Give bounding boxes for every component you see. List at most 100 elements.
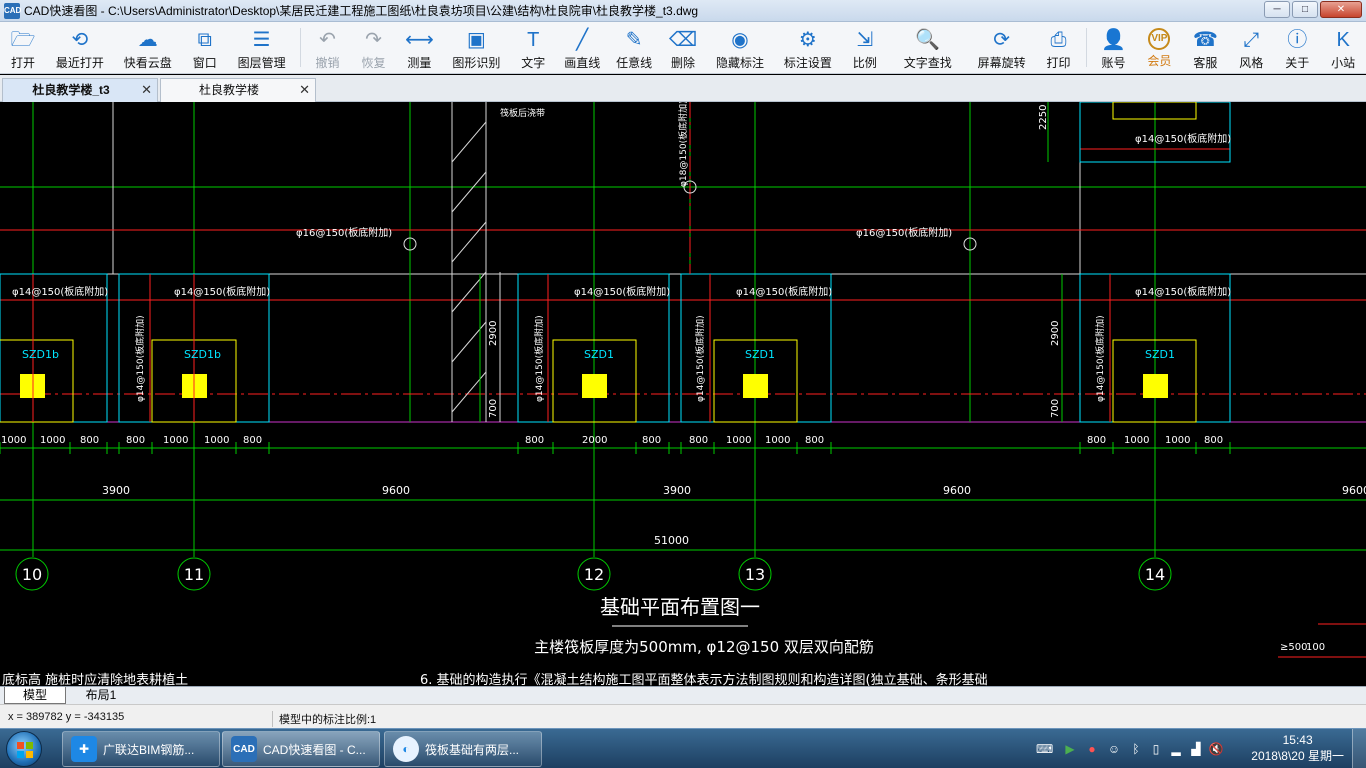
toolbar-headset-button[interactable]: ☎ 客服	[1182, 22, 1228, 73]
dimension-label: 9600	[943, 484, 971, 497]
toolbar-label: 会员	[1147, 54, 1172, 68]
toolbar-label: 客服	[1193, 56, 1218, 70]
toolbar-label: 图形识别	[452, 56, 501, 70]
toolbar-cloud-button[interactable]: ☁ 快看云盘	[114, 22, 182, 73]
windows-taskbar: ✚ 广联达BIM钢筋... CAD CAD快速看图 - C... ◐ 筏板基础有…	[0, 728, 1366, 768]
toolbar-shape-recognition-button[interactable]: ▣ 图形识别	[442, 22, 510, 73]
bluetooth-icon[interactable]: ᛒ	[1128, 741, 1144, 757]
toolbar-label: 任意线	[616, 56, 653, 70]
toolbar-vip-button[interactable]: VIP 会员	[1136, 22, 1182, 73]
toolbar-text-button[interactable]: T 文字	[510, 22, 556, 73]
volume-muted-icon[interactable]: 🔇	[1208, 741, 1224, 757]
doc-tab-t3[interactable]: 杜良教学楼_t3 ✕	[2, 78, 158, 102]
browser-icon: ◐	[393, 736, 419, 762]
glodon-icon: ✚	[71, 736, 97, 762]
antivirus-icon[interactable]: ●	[1084, 741, 1100, 757]
window-title: CAD快速看图 - C:\Users\Administrator\Desktop…	[24, 4, 699, 18]
ruler-icon: ⟷	[405, 29, 434, 51]
toolbar-window-button[interactable]: ⧉ 窗口	[182, 22, 228, 73]
dimension-label: 800	[525, 435, 544, 446]
taskbar-item-glodon[interactable]: ✚ 广联达BIM钢筋...	[62, 731, 220, 767]
column-core	[582, 374, 607, 398]
toolbar-eye-hide-button[interactable]: ◉ 隐藏标注	[706, 22, 774, 73]
axis-label-13: 13	[745, 565, 765, 584]
detail-dimension: 100	[1306, 642, 1325, 653]
dimension-label: 800	[1087, 435, 1106, 446]
toolbar-folder-open-button[interactable]: 🗁 打开	[0, 22, 46, 73]
toolbar-history-button[interactable]: ⟲ 最近打开	[46, 22, 114, 73]
toolbar-text-search-button[interactable]: 🔍 文字查找	[888, 22, 968, 73]
toolbar-k-logo-button[interactable]: K 小站	[1320, 22, 1366, 73]
toolbar-label: 隐藏标注	[715, 56, 764, 70]
network-icon[interactable]: ▂	[1168, 741, 1184, 757]
taskbar-item-cad[interactable]: CAD CAD快速看图 - C...	[222, 731, 380, 767]
post-pour-strip	[451, 102, 501, 422]
dimension-label: 1000	[1165, 435, 1190, 446]
taskbar-item-browser[interactable]: ◐ 筏板基础有两层...	[384, 731, 542, 767]
drawing-canvas[interactable]: φ16@150(板底附加) φ16@150(板底附加) 筏板后浇带 φ18@15…	[0, 102, 1366, 686]
text-search-icon: 🔍	[915, 29, 941, 51]
toolbar-label: 文字查找	[903, 56, 952, 70]
show-desktop-button[interactable]	[1352, 729, 1366, 768]
column-label: SZD1	[745, 348, 775, 361]
taskbar-item-label: 筏板基础有两层...	[425, 742, 520, 757]
dimension-label: 2000	[582, 435, 607, 446]
scale-icon: ⇲	[856, 29, 874, 51]
toolbar-undo-button[interactable]: ↶ 撤销	[305, 22, 351, 73]
rebar-label: φ14@150(板底附加)	[533, 315, 545, 402]
toolbar-rotate-screen-button[interactable]: ⟳ 屏幕旋转	[968, 22, 1036, 73]
column-core	[743, 374, 768, 398]
toolbar-line-button[interactable]: ╱ 画直线	[556, 22, 608, 73]
title-bar: CAD CAD快速看图 - C:\Users\Administrator\Des…	[0, 0, 1366, 22]
dimension-label: 2900	[1050, 321, 1061, 346]
start-button[interactable]	[6, 731, 42, 767]
close-icon[interactable]: ✕	[299, 79, 310, 101]
toolbar-scale-button[interactable]: ⇲ 比例	[842, 22, 888, 73]
maximize-button[interactable]: □	[1292, 1, 1318, 18]
toolbar-annotation-settings-button[interactable]: ⚙ 标注设置	[774, 22, 842, 73]
headset-icon: ☎	[1192, 29, 1218, 51]
main-toolbar: 🗁 打开 ⟲ 最近打开 ☁ 快看云盘 ⧉ 窗口 ☰ 图层管理 ↶ 撤销 ↷ 恢复 ⟷ 测量 ▣ 图形识别 T 文字 ╱ 画…	[0, 22, 1366, 74]
app-logo-icon: CAD	[4, 2, 21, 19]
cursor-coordinates: x = 389782 y = -343135	[8, 711, 125, 723]
toolbar-layers-button[interactable]: ☰ 图层管理	[228, 22, 296, 73]
dimension-label: 800	[126, 435, 145, 446]
toolbar-printer-button[interactable]: ⎙ 打印	[1036, 22, 1082, 73]
toolbar-freehand-button[interactable]: ✎ 任意线	[608, 22, 660, 73]
toolbar-style-button[interactable]: ⤢ 风格	[1228, 22, 1274, 73]
cad-drawing: φ16@150(板底附加) φ16@150(板底附加) 筏板后浇带 φ18@15…	[0, 102, 1366, 686]
toolbar-redo-button[interactable]: ↷ 恢复	[351, 22, 397, 73]
toolbar-label: 小站	[1331, 56, 1356, 70]
column-label: SZD1b	[184, 348, 221, 361]
toolbar-ruler-button[interactable]: ⟷ 测量	[396, 22, 442, 73]
rebar-label: φ14@150(板底附加)	[574, 285, 670, 298]
eye-hide-icon: ◉	[731, 29, 749, 51]
dimension-label: 700	[488, 399, 499, 418]
close-icon[interactable]: ✕	[141, 79, 152, 101]
system-clock[interactable]: 15:43 2018\8\20 星期一	[1251, 732, 1344, 764]
doc-tab-label: 杜良教学楼	[198, 83, 259, 97]
redo-icon: ↷	[365, 29, 382, 51]
undo-icon: ↶	[319, 29, 336, 51]
tab-layout1[interactable]: 布局1	[70, 687, 132, 704]
tab-model[interactable]: 模型	[4, 687, 66, 704]
doc-tab-main[interactable]: 杜良教学楼 ✕	[160, 78, 316, 102]
shape-recognition-icon: ▣	[466, 29, 486, 51]
dimension-label: 9600	[382, 484, 410, 497]
column-label: SZD1b	[22, 348, 59, 361]
toolbar-user-button[interactable]: 👤 账号	[1091, 22, 1137, 73]
dimension-label: 2250	[1038, 105, 1049, 130]
dimension-label: 1000	[1124, 435, 1149, 446]
keyboard-icon[interactable]: ⌨	[1036, 741, 1053, 757]
toolbar-eraser-button[interactable]: ⌫ 删除	[660, 22, 706, 73]
toolbar-label: 恢复	[361, 56, 386, 70]
minimize-button[interactable]: ─	[1264, 1, 1290, 18]
device-icon[interactable]: ▯	[1148, 741, 1164, 757]
rebar-label: φ18@150(板底附加)	[677, 102, 689, 187]
toolbar-info-button[interactable]: ⓘ 关于	[1274, 22, 1320, 73]
close-button[interactable]: ✕	[1320, 1, 1362, 18]
media-player-icon[interactable]: ▶	[1062, 741, 1078, 757]
wifi-signal-icon[interactable]: ▟	[1188, 741, 1204, 757]
qq-icon[interactable]: ☺	[1106, 741, 1122, 757]
axis-label-11: 11	[184, 565, 204, 584]
